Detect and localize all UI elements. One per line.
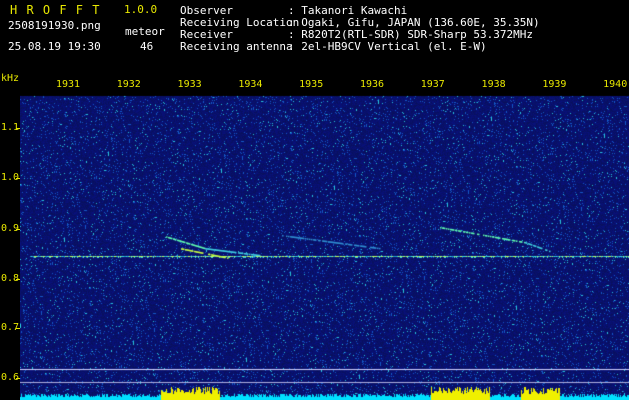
y-tick-mark <box>16 328 20 329</box>
x-tick-label: 1934 <box>238 79 263 90</box>
capture-datetime: 25.08.19 19:30 <box>8 40 101 53</box>
x-tick-label: 1933 <box>177 79 202 90</box>
app-version: 1.0.0 <box>124 3 158 16</box>
app-title: H R O F F T <box>10 3 101 17</box>
file-name: 2508191930.png <box>8 19 101 32</box>
y-tick-mark <box>16 279 20 280</box>
x-tick-label: 1932 <box>116 79 141 90</box>
y-tick-mark <box>16 178 20 179</box>
spectrogram-canvas <box>20 72 629 400</box>
x-tick-label: 1938 <box>481 79 506 90</box>
y-axis-unit: kHz <box>1 73 20 84</box>
x-tick-label: 1936 <box>359 79 385 90</box>
y-tick-mark <box>16 229 20 230</box>
y-tick-mark <box>16 378 20 379</box>
x-tick-label: 1935 <box>299 79 324 90</box>
x-tick-label: 1937 <box>420 79 445 90</box>
meteor-label: meteor <box>125 25 165 38</box>
antenna-label: Receiving antenna <box>180 40 293 53</box>
x-tick-label: 1940 <box>603 79 628 90</box>
header-panel: H R O F F T 1.0.0 2508191930.png meteor … <box>0 0 629 72</box>
x-tick-label: 1939 <box>542 79 567 90</box>
antenna-value: : 2el-HB9CV Vertical (el. E-W) <box>288 40 487 53</box>
meteor-count: 46 <box>140 40 154 53</box>
y-tick-mark <box>16 128 20 129</box>
x-tick-label: 1931 <box>55 79 81 90</box>
